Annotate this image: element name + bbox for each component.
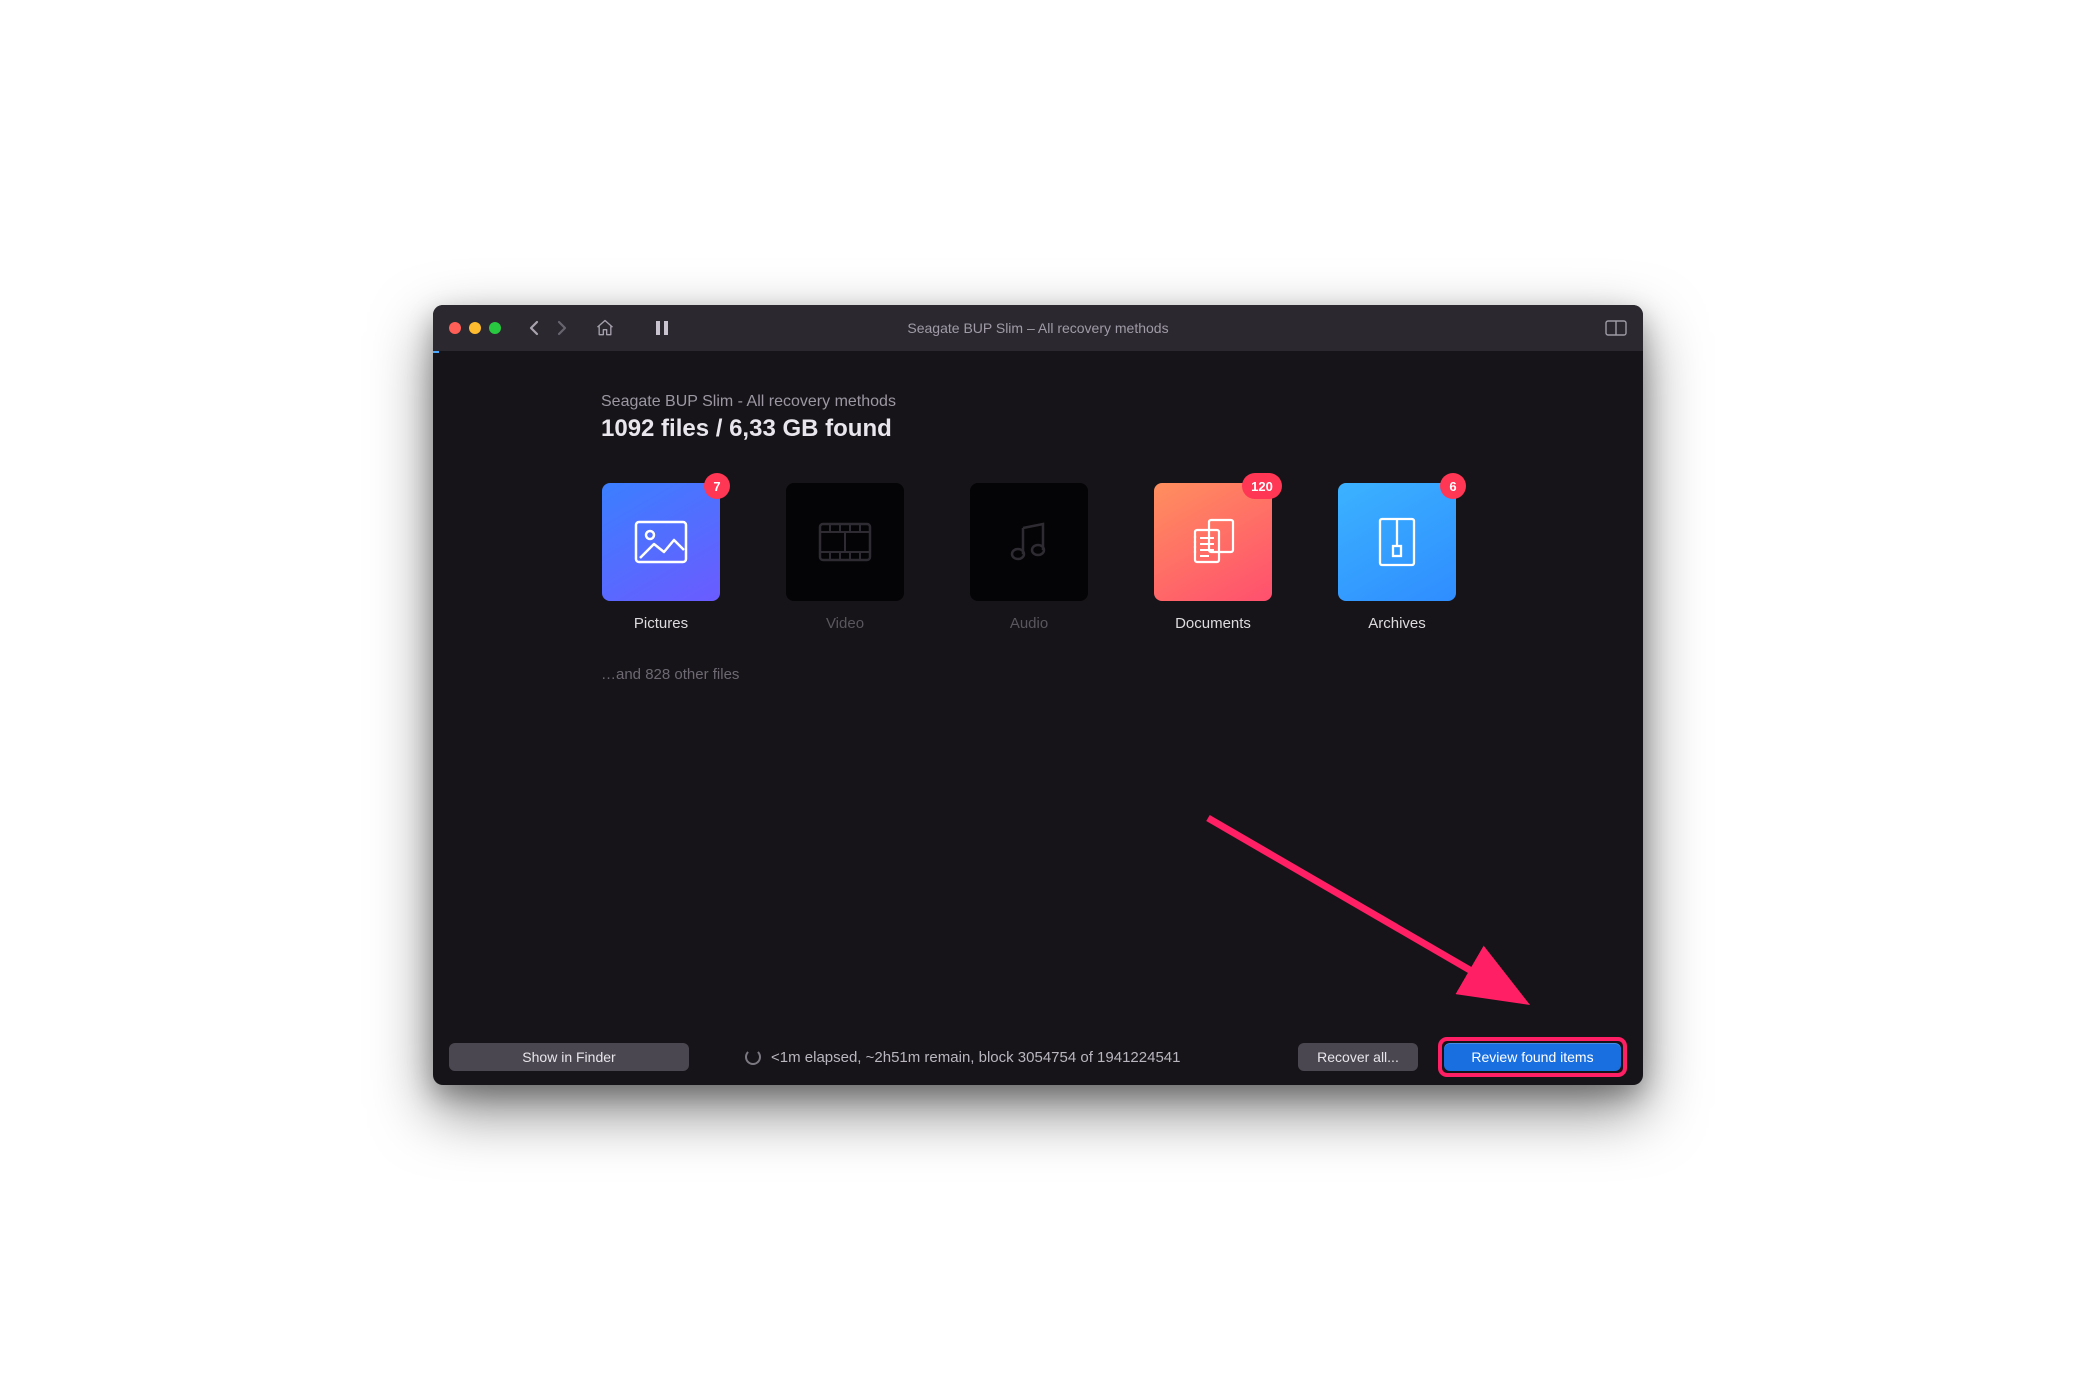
pictures-label: Pictures (634, 615, 688, 632)
documents-label: Documents (1175, 615, 1251, 632)
recover-all-button[interactable]: Recover all... (1298, 1043, 1418, 1071)
video-icon (818, 520, 872, 564)
found-heading: 1092 files / 6,33 GB found (601, 415, 1563, 443)
pictures-tile: 7 (602, 483, 720, 601)
pictures-badge: 7 (704, 473, 730, 499)
audio-tile (970, 483, 1088, 601)
status-text: <1m elapsed, ~2h51m remain, block 305475… (771, 1049, 1180, 1066)
content-area: Seagate BUP Slim - All recovery methods … (433, 353, 1643, 1029)
nav-back-button[interactable] (529, 320, 539, 336)
app-window: Seagate BUP Slim – All recovery methods … (433, 305, 1643, 1085)
archives-icon (1377, 516, 1417, 568)
archives-tile: 6 (1338, 483, 1456, 601)
category-video[interactable]: Video (785, 483, 905, 632)
archives-badge: 6 (1440, 473, 1466, 499)
spinner-icon (745, 1049, 761, 1065)
other-files-text: …and 828 other files (601, 666, 1563, 683)
minimize-window-button[interactable] (469, 322, 481, 334)
video-label: Video (826, 615, 864, 632)
review-button-highlight: Review found items (1438, 1037, 1627, 1077)
documents-badge: 120 (1242, 473, 1282, 499)
category-documents[interactable]: 120 Documents (1153, 483, 1273, 632)
category-audio[interactable]: Audio (969, 483, 1089, 632)
traffic-lights (449, 322, 501, 334)
home-button[interactable] (595, 318, 615, 338)
category-row: 7 Pictures (601, 483, 1563, 632)
pause-button[interactable] (655, 320, 669, 336)
video-tile (786, 483, 904, 601)
maximize-window-button[interactable] (489, 322, 501, 334)
nav-forward-button (557, 320, 567, 336)
audio-label: Audio (1010, 615, 1048, 632)
show-in-finder-button[interactable]: Show in Finder (449, 1043, 689, 1071)
audio-icon (1005, 518, 1053, 566)
scan-status: <1m elapsed, ~2h51m remain, block 305475… (745, 1049, 1278, 1066)
titlebar: Seagate BUP Slim – All recovery methods (433, 305, 1643, 351)
category-pictures[interactable]: 7 Pictures (601, 483, 721, 632)
footer: Show in Finder <1m elapsed, ~2h51m remai… (433, 1029, 1643, 1085)
documents-icon (1187, 516, 1239, 568)
content-subtitle: Seagate BUP Slim - All recovery methods (601, 393, 1563, 411)
review-found-items-button[interactable]: Review found items (1444, 1043, 1621, 1071)
close-window-button[interactable] (449, 322, 461, 334)
documents-tile: 120 (1154, 483, 1272, 601)
category-archives[interactable]: 6 Archives (1337, 483, 1457, 632)
panel-toggle-button[interactable] (1605, 320, 1627, 336)
nav-group (529, 320, 567, 336)
pictures-icon (634, 520, 688, 564)
archives-label: Archives (1368, 615, 1426, 632)
